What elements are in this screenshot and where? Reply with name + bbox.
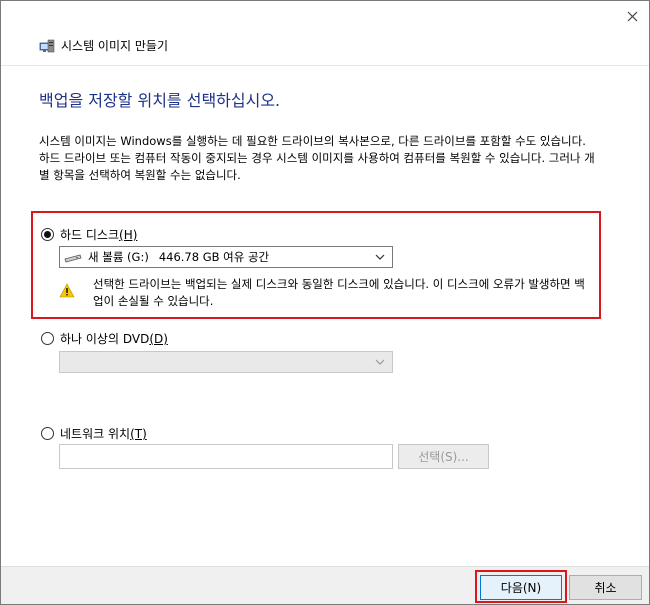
radio-hard-disk[interactable]: 하드 디스크(H) xyxy=(41,226,137,243)
radio-network-accesskey: (T) xyxy=(130,427,147,441)
radio-network-circle[interactable] xyxy=(41,427,54,440)
radio-hard-disk-circle[interactable] xyxy=(41,228,54,241)
warning-icon xyxy=(59,283,75,298)
dvd-select[interactable] xyxy=(59,351,393,373)
drive-select-name: 새 볼륨 (G:) xyxy=(88,250,149,264)
radio-dvd-label: 하나 이상의 DVD(D) xyxy=(60,332,168,346)
radio-hard-disk-label: 하드 디스크(H) xyxy=(60,228,138,242)
network-path-input[interactable] xyxy=(59,444,393,469)
radio-hard-disk-accesskey: (H) xyxy=(119,228,138,242)
window-title: 시스템 이미지 만들기 xyxy=(61,39,168,53)
next-button[interactable]: 다음(N) xyxy=(480,575,562,600)
backup-app-icon xyxy=(39,39,55,53)
radio-selected-dot xyxy=(44,231,51,238)
chevron-down-icon xyxy=(375,254,385,260)
radio-dvd[interactable]: 하나 이상의 DVD(D) xyxy=(41,330,168,347)
network-select-button[interactable]: 선택(S)... xyxy=(398,444,489,469)
cancel-button[interactable]: 취소 xyxy=(569,575,642,600)
radio-network[interactable]: 네트워크 위치(T) xyxy=(41,425,147,442)
page-heading: 백업을 저장할 위치를 선택하십시오. xyxy=(39,91,281,110)
close-button[interactable] xyxy=(621,5,643,27)
radio-dvd-circle[interactable] xyxy=(41,332,54,345)
title-bar: 시스템 이미지 만들기 xyxy=(1,1,649,65)
close-icon xyxy=(627,11,637,21)
radio-dvd-accesskey: (D) xyxy=(149,332,168,346)
header-divider xyxy=(1,65,649,66)
drive-icon xyxy=(64,254,82,263)
system-image-dialog: 시스템 이미지 만들기 백업을 저장할 위치를 선택하십시오. 시스템 이미지는… xyxy=(0,0,650,605)
warning-message: 선택한 드라이브는 백업되는 실제 디스크와 동일한 디스크에 있습니다. 이 … xyxy=(93,277,585,308)
radio-network-label: 네트워크 위치(T) xyxy=(60,427,147,441)
drive-select-free-space: 446.78 GB 여유 공간 xyxy=(158,250,270,264)
drive-select[interactable]: 새 볼륨 (G:) 446.78 GB 여유 공간 xyxy=(59,246,393,268)
chevron-down-icon xyxy=(375,359,385,365)
page-description: 시스템 이미지는 Windows를 실행하는 데 필요한 드라이브의 복사본으로… xyxy=(39,134,595,182)
